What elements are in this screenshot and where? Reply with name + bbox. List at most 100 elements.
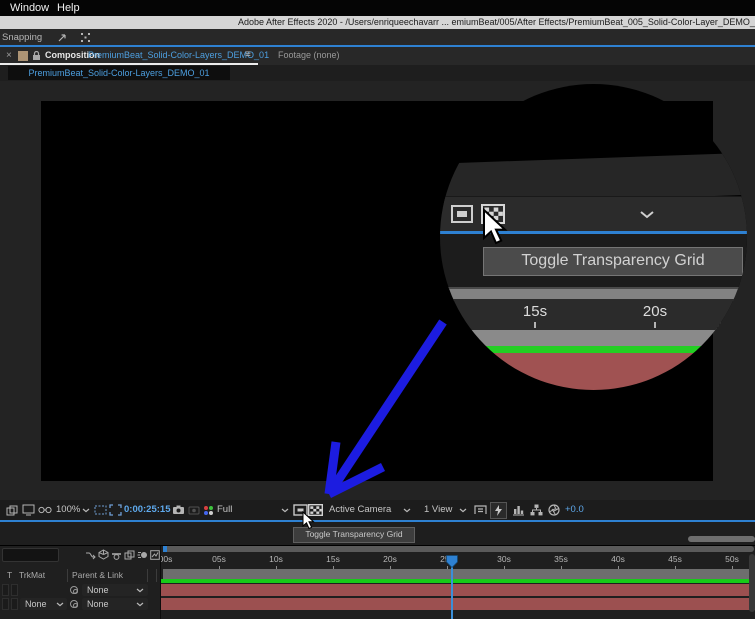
- breadcrumb[interactable]: PremiumBeat_Solid-Color-Layers_DEMO_01: [8, 66, 230, 80]
- timeline-panel-icon[interactable]: [512, 504, 525, 516]
- pickwhip-icon[interactable]: [70, 586, 78, 594]
- magnified-time-ruler[interactable]: 15s 20s: [440, 299, 747, 330]
- close-icon[interactable]: ×: [6, 50, 12, 61]
- ruler-tick-label: 15s: [522, 303, 548, 320]
- magnifier-overlay: Active Camera 1 View Toggle Transparency…: [440, 84, 747, 390]
- timeline-left-controls: T TrkMat Parent & Link None None None: [0, 546, 160, 619]
- trkmat-select[interactable]: None: [20, 598, 67, 610]
- magnified-red-layer-bar: [440, 353, 747, 390]
- layers-icon[interactable]: [6, 505, 18, 516]
- red-layer-bar[interactable]: [161, 598, 755, 610]
- preview-goggles-icon[interactable]: [38, 505, 52, 515]
- resolution-select[interactable]: Full: [217, 500, 232, 520]
- menu-help[interactable]: Help: [57, 2, 80, 14]
- chevron-down-icon: [640, 211, 654, 219]
- ruler-tick-mark: [654, 322, 656, 328]
- tooltip-zone: Toggle Transparency Grid: [0, 522, 755, 545]
- layer-row: None None: [0, 598, 160, 611]
- red-layer-bar[interactable]: [161, 584, 755, 596]
- magnified-tooltip: Toggle Transparency Grid: [483, 247, 743, 276]
- diagonal-arrow-icon[interactable]: [57, 32, 68, 43]
- column-divider: [156, 569, 157, 582]
- monitor-icon[interactable]: [22, 504, 35, 516]
- work-area-bar[interactable]: [163, 569, 754, 579]
- layer-switch-cell[interactable]: [11, 584, 18, 596]
- panel-color-icon: [18, 51, 28, 61]
- shy-icon[interactable]: [111, 550, 122, 560]
- column-header-trkmat[interactable]: TrkMat: [19, 570, 45, 580]
- chevron-down-icon: [136, 588, 144, 593]
- layer-switch-cell[interactable]: [2, 584, 9, 596]
- cursor-pointer-icon: [302, 511, 315, 530]
- marquee-icon[interactable]: [94, 504, 107, 516]
- chevron-down-icon: [56, 602, 64, 607]
- navigator-start-handle[interactable]: [163, 546, 167, 552]
- graph-editor-icon[interactable]: [150, 550, 160, 560]
- playhead-handle[interactable]: [446, 555, 458, 568]
- zoom-level-select[interactable]: 100%: [56, 500, 80, 520]
- show-snapshot-icon[interactable]: [188, 505, 200, 515]
- composition-footer-toolbar: 100% 0:00:25:15 Full Active Camera 1 Vie…: [0, 500, 755, 530]
- ruler-tick-label: 05s: [212, 554, 226, 564]
- parent-link-select[interactable]: None: [82, 598, 148, 610]
- chevron-down-icon: [459, 508, 467, 513]
- channels-rgb-icon[interactable]: [203, 505, 214, 516]
- lock-icon[interactable]: [32, 51, 41, 61]
- column-header-t[interactable]: T: [7, 570, 12, 580]
- parent-link-select[interactable]: None: [82, 584, 148, 596]
- motion-blur-icon[interactable]: [137, 550, 148, 560]
- magnified-green-layer-bar: [440, 346, 747, 353]
- annotation-arrow: [324, 319, 447, 499]
- vertical-scrollbar[interactable]: [749, 554, 755, 612]
- column-header-parent-link[interactable]: Parent & Link: [72, 570, 123, 580]
- timeline-timecode-field[interactable]: [2, 548, 59, 562]
- camera-view-select[interactable]: Active Camera: [329, 500, 391, 520]
- ruler-tick-label: 40s: [611, 554, 625, 564]
- layer-switch-cell[interactable]: [11, 598, 18, 610]
- flowchart-icon[interactable]: [530, 504, 543, 516]
- menu-window[interactable]: Window: [10, 2, 49, 14]
- exposure-value[interactable]: +0.0: [565, 500, 584, 520]
- panel-menu-icon[interactable]: ≡: [245, 49, 251, 60]
- snapshot-camera-icon[interactable]: [172, 505, 185, 515]
- cursor-pointer-icon: [483, 208, 508, 245]
- title-bar: Adobe After Effects 2020 - /Users/enriqu…: [0, 16, 755, 29]
- time-navigator-bar[interactable]: [163, 546, 754, 552]
- snapping-label: Snapping: [2, 32, 43, 43]
- green-layer-bar: [161, 579, 755, 583]
- fast-preview-button[interactable]: [490, 502, 507, 519]
- chevron-down-icon: [136, 602, 144, 607]
- horizontal-scrollbar[interactable]: [688, 536, 755, 542]
- current-timecode[interactable]: 0:00:25:15: [124, 500, 170, 520]
- tab-footage[interactable]: Footage (none): [278, 50, 340, 60]
- chevron-down-icon: [281, 508, 289, 513]
- region-of-interest-icon[interactable]: [109, 504, 122, 516]
- timeline-track-area: 0:00s 05s 10s 15s 20s 25s 30s 35s 40s 45…: [160, 546, 755, 619]
- panel-tab-bar: × Composition PremiumBeat_Solid-Color-La…: [0, 47, 755, 65]
- ruler-tick-label: 15s: [326, 554, 340, 564]
- pixel-aspect-icon[interactable]: [474, 505, 487, 515]
- draft-3d-icon[interactable]: [98, 549, 109, 560]
- after-effects-window: Window Help Adobe After Effects 2020 - /…: [0, 0, 755, 619]
- mini-flowchart-icon[interactable]: [85, 550, 96, 560]
- ruler-tick-label: 45s: [668, 554, 682, 564]
- timeline-panel: T TrkMat Parent & Link None None None 00…: [0, 545, 755, 619]
- magnified-workarea-bar[interactable]: [440, 330, 747, 346]
- pickwhip-icon[interactable]: [70, 600, 78, 608]
- ruler-tick-label: 20s: [383, 554, 397, 564]
- layer-switch-cell[interactable]: [2, 598, 9, 610]
- ruler-tick-label: 10s: [269, 554, 283, 564]
- dotted-crosshair-icon[interactable]: [80, 32, 91, 43]
- ruler-tick-label: 50s: [725, 554, 739, 564]
- mask-visibility-icon[interactable]: [451, 205, 473, 223]
- window-title: Adobe After Effects 2020 - /Users/enriqu…: [238, 17, 755, 27]
- chevron-down-icon: [403, 508, 411, 513]
- tab-composition-name[interactable]: PremiumBeat_Solid-Color-Layers_DEMO_01: [88, 50, 269, 60]
- exposure-aperture-icon[interactable]: [548, 504, 560, 516]
- ruler-tick-label: 35s: [554, 554, 568, 564]
- tools-bar: Snapping: [0, 29, 755, 47]
- view-layout-select[interactable]: 1 View: [424, 500, 452, 520]
- frame-blend-icon[interactable]: [124, 550, 135, 560]
- ruler-tick-label: 20s: [642, 303, 668, 320]
- fast-preview-icon: [495, 505, 502, 516]
